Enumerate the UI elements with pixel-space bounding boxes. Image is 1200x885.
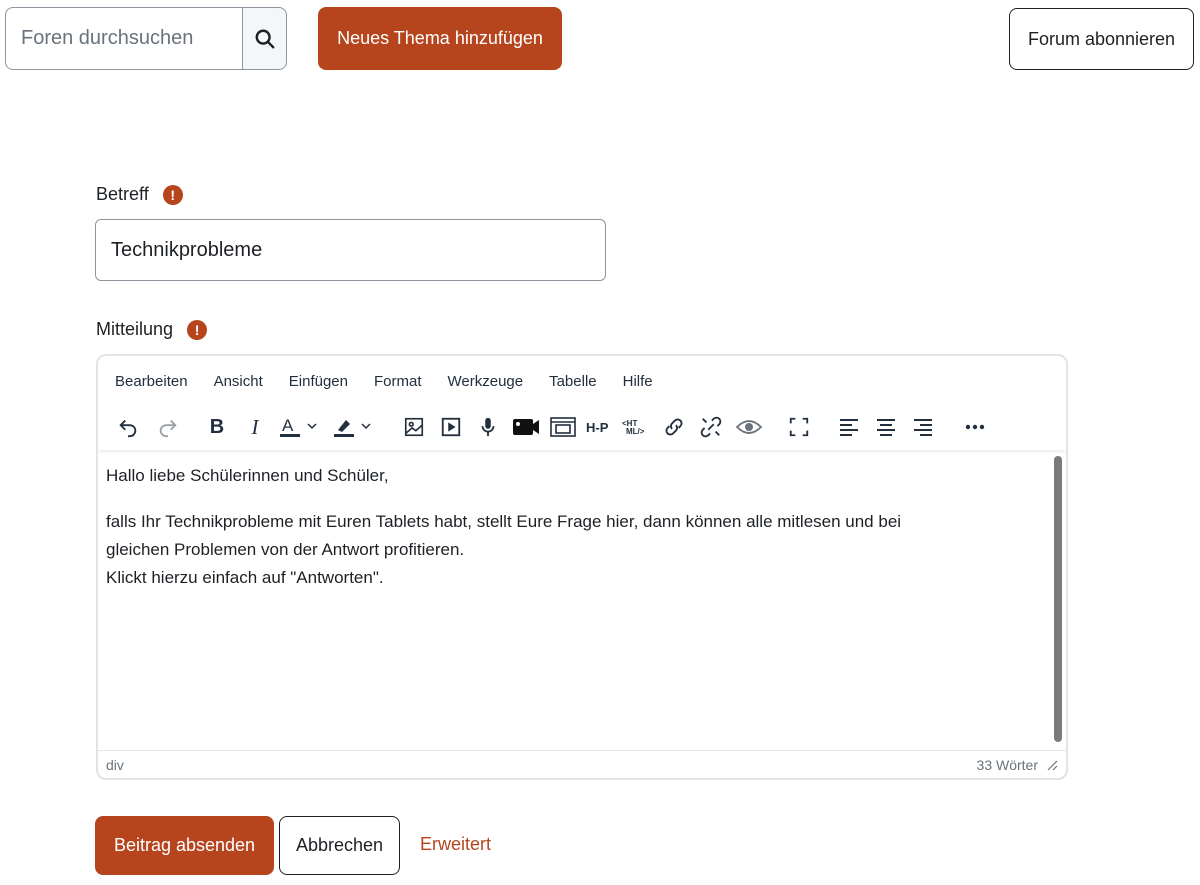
editor-toolbar: B I A H-P <HT ML/> <box>98 406 1066 450</box>
preview-button[interactable] <box>732 412 766 442</box>
video-camera-icon <box>513 419 539 435</box>
play-icon <box>441 417 461 437</box>
h5p-button[interactable]: H-P <box>584 412 616 442</box>
subject-label: Betreff <box>96 184 149 204</box>
align-right-icon <box>914 419 932 436</box>
unlink-icon <box>700 416 722 438</box>
redo-button[interactable] <box>153 412 183 442</box>
link-icon <box>665 418 683 436</box>
insert-media-button[interactable] <box>436 412 466 442</box>
menu-view[interactable]: Ansicht <box>210 369 267 394</box>
search-button[interactable] <box>243 7 287 70</box>
italic-icon: I <box>251 414 259 439</box>
html-icon: <HTML/> <box>622 419 645 436</box>
subject-input[interactable] <box>95 219 606 281</box>
svg-text:H-P: H-P <box>586 420 609 435</box>
align-right-button[interactable] <box>908 412 938 442</box>
element-path[interactable]: div <box>106 757 124 773</box>
svg-text:A: A <box>282 416 294 435</box>
embed-media-button[interactable] <box>547 412 579 442</box>
align-left-icon <box>840 419 858 436</box>
fullscreen-icon <box>789 417 809 437</box>
microphone-icon <box>481 417 495 437</box>
content-line: falls Ihr Technikprobleme mit Euren Tabl… <box>106 512 902 531</box>
highlight-icon <box>334 420 371 437</box>
menu-table[interactable]: Tabelle <box>545 369 601 394</box>
content-paragraph: falls Ihr Technikprobleme mit Euren Tabl… <box>106 508 1040 592</box>
more-tools-button[interactable] <box>960 412 990 442</box>
menu-help[interactable]: Hilfe <box>619 369 657 394</box>
cancel-button[interactable]: Abbrechen <box>279 816 400 875</box>
undo-icon <box>119 419 137 438</box>
menu-tools[interactable]: Werkzeuge <box>444 369 528 394</box>
fullscreen-button[interactable] <box>784 412 814 442</box>
bold-button[interactable]: B <box>202 412 232 442</box>
search-input[interactable] <box>5 7 243 70</box>
bold-icon: B <box>209 415 225 438</box>
highlight-color-button[interactable] <box>330 412 378 442</box>
message-label-row: Mitteilung ! <box>96 319 208 340</box>
required-icon: ! <box>162 184 183 205</box>
align-center-icon <box>877 419 895 436</box>
redo-icon <box>159 419 177 438</box>
undo-button[interactable] <box>113 412 143 442</box>
content-paragraph: Hallo liebe Schülerinnen und Schüler, <box>106 466 389 485</box>
svg-text:ML/>: ML/> <box>626 427 645 436</box>
insert-image-button[interactable] <box>399 412 429 442</box>
statusbar-right: 33 Wörter <box>977 757 1058 773</box>
advanced-link[interactable]: Erweitert <box>420 834 491 855</box>
menu-format[interactable]: Format <box>370 369 426 394</box>
search-icon <box>255 29 274 48</box>
text-color-icon: A <box>280 416 317 437</box>
message-label: Mitteilung <box>96 319 174 339</box>
subscribe-forum-button[interactable]: Forum abonnieren <box>1009 8 1194 70</box>
link-button[interactable] <box>659 412 689 442</box>
record-video-button[interactable] <box>509 412 543 442</box>
record-audio-button[interactable] <box>473 412 503 442</box>
resize-handle-icon[interactable] <box>1046 759 1058 771</box>
eye-icon <box>735 420 763 434</box>
editor-content-area[interactable]: Hallo liebe Schülerinnen und Schüler, fa… <box>98 452 1048 752</box>
new-topic-button[interactable]: Neues Thema hinzufügen <box>318 7 562 70</box>
text-color-button[interactable]: A <box>276 412 324 442</box>
align-center-button[interactable] <box>871 412 901 442</box>
required-icon: ! <box>187 319 208 340</box>
editor-menubar: Bearbeiten Ansicht Einfügen Format Werkz… <box>98 356 1066 406</box>
content-line: gleichen Problemen von der Antwort profi… <box>106 540 465 559</box>
embed-media-icon <box>550 417 576 437</box>
word-count[interactable]: 33 Wörter <box>977 757 1038 773</box>
html-button[interactable]: <HT ML/> <box>620 412 652 442</box>
editor-scrollbar[interactable] <box>1054 456 1062 742</box>
unlink-button[interactable] <box>696 412 726 442</box>
subject-label-row: Betreff ! <box>96 184 183 205</box>
rich-text-editor: Bearbeiten Ansicht Einfügen Format Werkz… <box>96 354 1068 780</box>
more-icon <box>965 424 985 430</box>
menu-edit[interactable]: Bearbeiten <box>111 369 192 394</box>
italic-button[interactable]: I <box>240 412 270 442</box>
submit-post-button[interactable]: Beitrag absenden <box>95 816 274 875</box>
align-left-button[interactable] <box>834 412 864 442</box>
menu-insert[interactable]: Einfügen <box>285 369 352 394</box>
content-line: Klickt hierzu einfach auf "Antworten". <box>106 568 384 587</box>
image-icon <box>404 417 424 437</box>
editor-statusbar: div 33 Wörter <box>98 750 1066 778</box>
h5p-icon: H-P <box>586 420 609 435</box>
forum-search <box>5 7 287 70</box>
